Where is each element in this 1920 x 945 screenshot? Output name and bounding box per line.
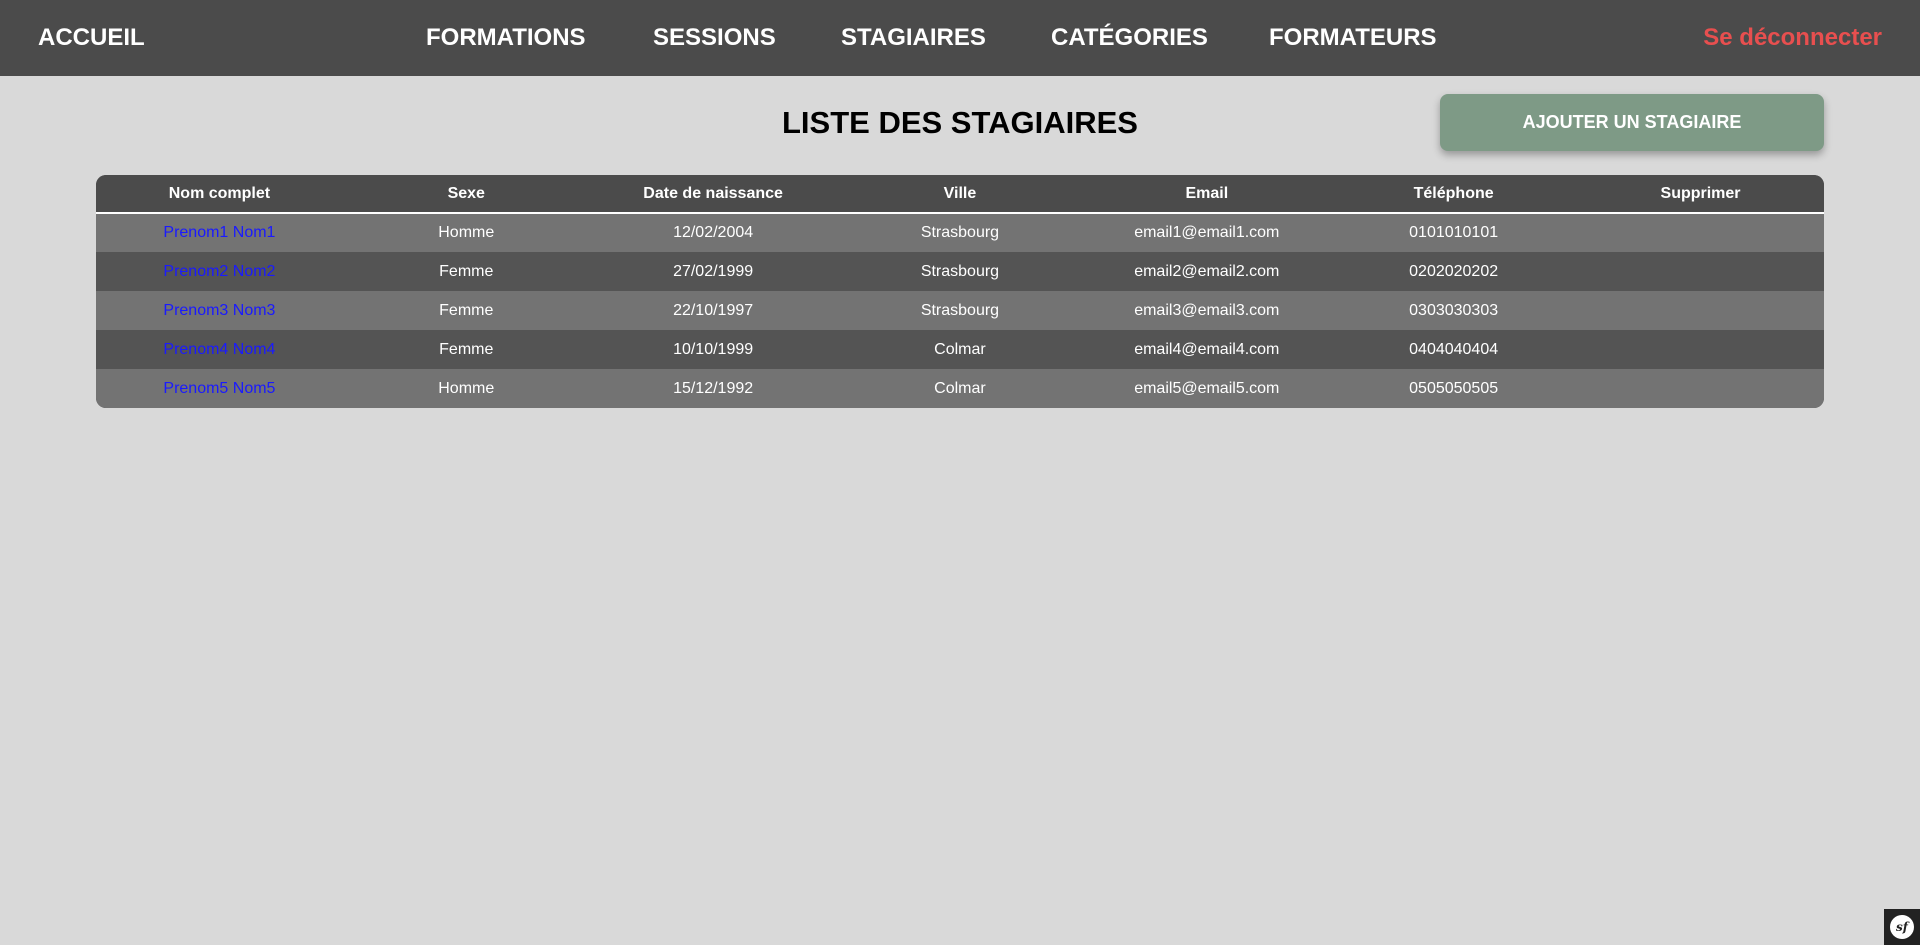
- cell-birth-date: 22/10/1997: [589, 291, 837, 330]
- cell-email: email4@email4.com: [1083, 330, 1331, 369]
- cell-sexe: Femme: [342, 291, 590, 330]
- cell-phone: 0202020202: [1330, 252, 1578, 291]
- symfony-toolbar-toggle[interactable]: sf: [1884, 909, 1920, 945]
- cell-delete: [1577, 252, 1824, 291]
- cell-birth-date: 12/02/2004: [589, 213, 837, 252]
- nav-link-sessions[interactable]: SESSIONS: [653, 0, 776, 76]
- cell-email: email2@email2.com: [1083, 252, 1331, 291]
- nav-link-categories[interactable]: CATÉGORIES: [1051, 0, 1208, 76]
- stagiaire-name-link[interactable]: Prenom4 Nom4: [163, 341, 275, 358]
- cell-ville: Strasbourg: [836, 252, 1084, 291]
- column-header-date-naissance: Date de naissance: [589, 175, 837, 214]
- table-row: Prenom4 Nom4 Femme 10/10/1999 Colmar ema…: [96, 330, 1824, 369]
- table-row: Prenom5 Nom5 Homme 15/12/1992 Colmar ema…: [96, 369, 1824, 408]
- cell-birth-date: 27/02/1999: [589, 252, 837, 291]
- cell-email: email5@email5.com: [1083, 369, 1331, 408]
- column-header-telephone: Téléphone: [1330, 175, 1578, 214]
- cell-ville: Strasbourg: [836, 291, 1084, 330]
- cell-name: Prenom3 Nom3: [96, 291, 343, 330]
- stagiaire-name-link[interactable]: Prenom5 Nom5: [163, 380, 275, 397]
- cell-sexe: Homme: [342, 369, 590, 408]
- column-header-supprimer: Supprimer: [1577, 175, 1824, 214]
- symfony-icon: sf: [1890, 915, 1914, 939]
- stagiaire-name-link[interactable]: Prenom1 Nom1: [163, 224, 275, 241]
- cell-delete: [1577, 213, 1824, 252]
- add-stagiaire-button[interactable]: AJOUTER UN STAGIAIRE: [1440, 94, 1824, 151]
- cell-sexe: Femme: [342, 252, 590, 291]
- cell-phone: 0505050505: [1330, 369, 1578, 408]
- cell-email: email3@email3.com: [1083, 291, 1331, 330]
- cell-name: Prenom1 Nom1: [96, 213, 343, 252]
- nav-link-accueil[interactable]: ACCUEIL: [38, 0, 145, 76]
- cell-delete: [1577, 330, 1824, 369]
- table-row: Prenom1 Nom1 Homme 12/02/2004 Strasbourg…: [96, 213, 1824, 252]
- cell-name: Prenom5 Nom5: [96, 369, 343, 408]
- table-row: Prenom2 Nom2 Femme 27/02/1999 Strasbourg…: [96, 252, 1824, 291]
- column-header-ville: Ville: [836, 175, 1084, 214]
- cell-name: Prenom4 Nom4: [96, 330, 343, 369]
- cell-sexe: Femme: [342, 330, 590, 369]
- nav-link-formateurs[interactable]: FORMATEURS: [1269, 0, 1437, 76]
- logout-link[interactable]: Se déconnecter: [1703, 0, 1882, 76]
- cell-birth-date: 15/12/1992: [589, 369, 837, 408]
- nav-link-formations[interactable]: FORMATIONS: [426, 0, 586, 76]
- table-row: Prenom3 Nom3 Femme 22/10/1997 Strasbourg…: [96, 291, 1824, 330]
- cell-delete: [1577, 369, 1824, 408]
- cell-name: Prenom2 Nom2: [96, 252, 343, 291]
- cell-phone: 0404040404: [1330, 330, 1578, 369]
- column-header-email: Email: [1083, 175, 1331, 214]
- cell-ville: Strasbourg: [836, 213, 1084, 252]
- cell-ville: Colmar: [836, 330, 1084, 369]
- cell-phone: 0101010101: [1330, 213, 1578, 252]
- cell-email: email1@email1.com: [1083, 213, 1331, 252]
- navbar: ACCUEIL FORMATIONS SESSIONS STAGIAIRES C…: [0, 0, 1920, 76]
- table-header-row: Nom complet Sexe Date de naissance Ville…: [96, 175, 1824, 214]
- stagiaire-name-link[interactable]: Prenom3 Nom3: [163, 302, 275, 319]
- cell-birth-date: 10/10/1999: [589, 330, 837, 369]
- cell-phone: 0303030303: [1330, 291, 1578, 330]
- column-header-nom: Nom complet: [96, 175, 343, 214]
- nav-link-stagiaires[interactable]: STAGIAIRES: [841, 0, 986, 76]
- cell-delete: [1577, 291, 1824, 330]
- stagiaires-table: Nom complet Sexe Date de naissance Ville…: [96, 175, 1824, 408]
- column-header-sexe: Sexe: [342, 175, 590, 214]
- cell-ville: Colmar: [836, 369, 1084, 408]
- stagiaire-name-link[interactable]: Prenom2 Nom2: [163, 263, 275, 280]
- cell-sexe: Homme: [342, 213, 590, 252]
